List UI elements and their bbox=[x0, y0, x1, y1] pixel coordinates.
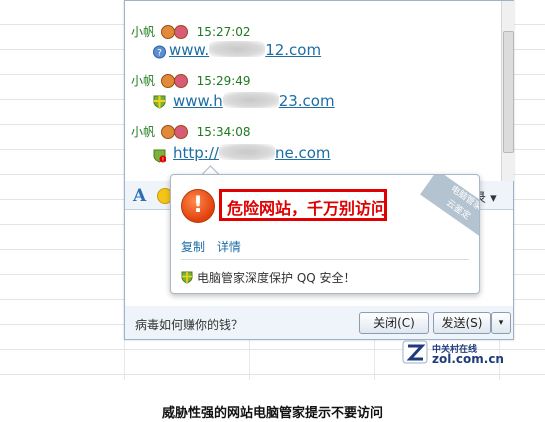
send-options-button[interactable]: ▾ bbox=[491, 312, 511, 334]
popup-links: 复制 详情 bbox=[181, 238, 249, 255]
chat-scrollbar[interactable] bbox=[501, 1, 514, 181]
redacted-blur bbox=[218, 144, 275, 160]
message-header: 小帆 15:34:08 bbox=[131, 123, 251, 140]
message-time: 15:34:08 bbox=[196, 125, 251, 139]
avatar-icon bbox=[160, 125, 189, 139]
copy-link[interactable]: 复制 bbox=[181, 240, 205, 254]
redacted-blur bbox=[222, 92, 279, 108]
popup-footer: 电脑管家深度保护 QQ 安全！ bbox=[181, 269, 356, 286]
exclamation-warning-icon: ! bbox=[181, 189, 215, 223]
chat-log: 小帆 15:27:02 ? www. 12.com 小帆 15:29:49 www… bbox=[125, 1, 501, 181]
link-suffix: 23.com bbox=[278, 92, 335, 110]
link-suffix: 12.com bbox=[265, 41, 322, 59]
details-link[interactable]: 详情 bbox=[217, 240, 241, 254]
link-prefix: http:// bbox=[173, 144, 219, 162]
virus-tip-link[interactable]: 病毒如何赚你的钱？ bbox=[135, 316, 243, 333]
link-prefix: www.h bbox=[173, 92, 223, 110]
font-button[interactable]: A bbox=[133, 186, 146, 206]
message-link[interactable]: www.h 23.com bbox=[173, 92, 335, 110]
message-header: 小帆 15:27:02 bbox=[131, 23, 251, 40]
question-shield-icon: ? bbox=[153, 45, 166, 59]
message-link[interactable]: http:// ne.com bbox=[173, 144, 331, 162]
send-button[interactable]: 发送(S) bbox=[433, 312, 491, 334]
svg-text:!: ! bbox=[162, 157, 164, 164]
message-header: 小帆 15:29:49 bbox=[131, 72, 251, 89]
sender-name: 小帆 bbox=[131, 125, 156, 139]
svg-text:?: ? bbox=[157, 49, 162, 59]
image-caption: 威胁性强的网站电脑管家提示不要访问 bbox=[161, 406, 383, 421]
bottom-bar: 病毒如何赚你的钱？ 关闭(C) 发送(S) ▾ bbox=[125, 306, 513, 339]
footer-text: 电脑管家深度保护 QQ 安全！ bbox=[197, 271, 356, 285]
redacted-blur bbox=[209, 41, 266, 57]
zol-logo-icon bbox=[402, 340, 428, 364]
warning-text: 危险网站，千万别访问 bbox=[227, 199, 388, 218]
watermark-en: zol.com.cn bbox=[432, 352, 504, 366]
avatar-icon bbox=[160, 25, 189, 39]
danger-warning-popup: ! 危险网站，千万别访问 电脑管家 云鉴定 复制 详情 电脑管家深度保护 QQ … bbox=[170, 174, 480, 294]
link-suffix: ne.com bbox=[274, 144, 331, 162]
avatar-icon bbox=[160, 74, 189, 88]
warning-shield-icon bbox=[153, 95, 166, 109]
sender-name: 小帆 bbox=[131, 25, 156, 39]
scroll-thumb[interactable] bbox=[503, 31, 514, 153]
link-prefix: www. bbox=[169, 41, 210, 59]
message-link[interactable]: www. 12.com bbox=[169, 41, 321, 59]
close-button[interactable]: 关闭(C) bbox=[359, 312, 429, 334]
message-time: 15:27:02 bbox=[196, 25, 251, 39]
security-shield-icon bbox=[181, 271, 193, 284]
sender-name: 小帆 bbox=[131, 74, 156, 88]
popup-divider bbox=[181, 259, 469, 260]
danger-shield-icon: ! bbox=[153, 149, 166, 163]
cloud-verified-stamp: 电脑管家 云鉴定 bbox=[414, 175, 479, 241]
message-time: 15:29:49 bbox=[196, 74, 251, 88]
